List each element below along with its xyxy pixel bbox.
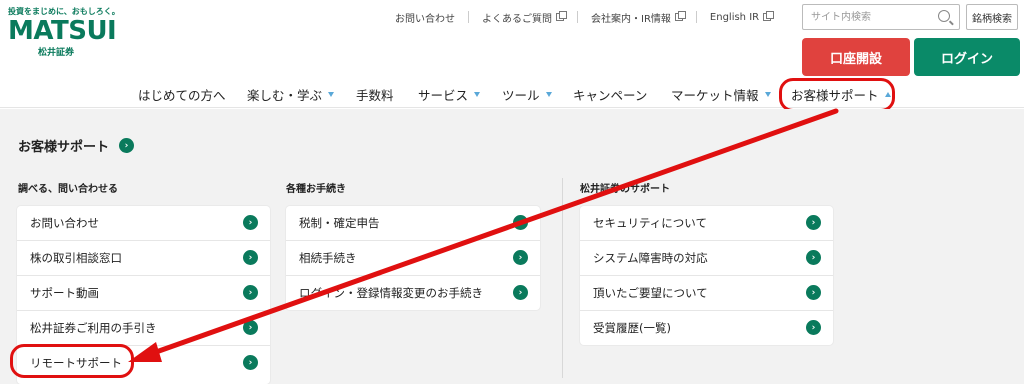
nav-item-tools[interactable]: ツール <box>502 85 552 104</box>
column-heading-inquiry: 調べる、問い合わせる <box>18 184 118 195</box>
arrow-right-icon: › <box>243 320 258 335</box>
annotation-highlight-remote-support <box>10 344 134 378</box>
matsui-logo[interactable]: 投資をまじめに、おもしろく。 MATSUI 松井証券 <box>8 6 120 66</box>
utility-links: お問い合わせ よくあるご質問 会社案内・IR情報 English IR <box>395 9 775 25</box>
top-link-english-ir[interactable]: English IR <box>710 11 775 23</box>
menu-item-trading-consult[interactable]: 株の取引相談窓口 › <box>17 241 270 275</box>
arrow-right-icon: › <box>806 215 821 230</box>
menu-item-security[interactable]: セキュリティについて › <box>580 206 833 240</box>
open-account-button[interactable]: 口座開設 <box>802 38 910 76</box>
divider <box>695 11 697 23</box>
login-button[interactable]: ログイン <box>914 38 1020 76</box>
menu-item-user-guide[interactable]: 松井証券ご利用の手引き › <box>17 311 270 345</box>
arrow-right-icon: › <box>513 250 528 265</box>
arrow-right-icon: › <box>513 215 528 230</box>
column-divider <box>562 178 563 378</box>
nav-item-services[interactable]: サービス <box>418 85 481 104</box>
external-link-icon <box>674 11 686 21</box>
nav-item-campaign[interactable]: キャンペーン <box>573 85 647 104</box>
column-heading-procedures: 各種お手続き <box>286 184 346 195</box>
nav-item-market-info[interactable]: マーケット情報 <box>671 85 771 104</box>
menu-item-requests[interactable]: 頂いたご要望について › <box>580 276 833 310</box>
chevron-down-icon <box>474 92 481 97</box>
top-link-company-ir[interactable]: 会社案内・IR情報 <box>591 10 686 25</box>
menu-item-contact[interactable]: お問い合わせ › <box>17 206 270 240</box>
site-search-box <box>802 4 960 30</box>
top-link-faq[interactable]: よくあるご質問 <box>482 10 567 25</box>
column-heading-matsui-support: 松井証券のサポート <box>580 184 670 195</box>
arrow-right-icon: › <box>119 138 135 153</box>
menu-item-inheritance[interactable]: 相続手続き › <box>286 241 540 275</box>
site-search-input[interactable] <box>803 5 923 30</box>
arrow-right-icon: › <box>243 215 258 230</box>
stock-search-button[interactable]: 銘柄検索 <box>966 4 1018 30</box>
menu-item-login-info-change[interactable]: ログイン・登録情報変更のお手続き › <box>286 276 540 310</box>
external-link-icon <box>556 11 567 21</box>
divider <box>577 11 578 23</box>
menu-item-tax-filing[interactable]: 税制・確定申告 › <box>286 206 540 240</box>
logo-brand: MATSUI <box>8 16 117 46</box>
arrow-right-icon: › <box>806 320 821 335</box>
annotation-highlight-nav <box>779 78 895 112</box>
divider <box>468 11 469 23</box>
menu-card-matsui-support: セキュリティについて › システム障害時の対応 › 頂いたご要望について › 受賞履歴… <box>580 206 833 345</box>
nav-item-beginners[interactable]: はじめての方へ <box>138 85 226 104</box>
chevron-down-icon <box>764 92 771 97</box>
chevron-down-icon <box>545 92 552 97</box>
arrow-right-icon: › <box>806 250 821 265</box>
nav-item-fees[interactable]: 手数料 <box>356 85 394 104</box>
arrow-right-icon: › <box>513 285 528 300</box>
chevron-down-icon <box>328 92 335 97</box>
menu-item-awards[interactable]: 受賞履歴(一覧) › <box>580 311 833 345</box>
arrow-right-icon: › <box>806 285 821 300</box>
menu-item-support-videos[interactable]: サポート動画 › <box>17 276 270 310</box>
logo-company: 松井証券 <box>38 48 75 58</box>
arrow-right-icon: › <box>243 250 258 265</box>
arrow-right-icon: › <box>243 285 258 300</box>
menu-card-procedures: 税制・確定申告 › 相続手続き › ログイン・登録情報変更のお手続き › <box>286 206 540 310</box>
menu-item-system-failure[interactable]: システム障害時の対応 › <box>580 241 833 275</box>
menu-title[interactable]: お客様サポート › <box>18 136 135 155</box>
search-icon[interactable] <box>938 10 950 22</box>
top-link-contact[interactable]: お問い合わせ <box>395 10 455 25</box>
external-link-icon <box>763 11 775 21</box>
nav-item-learn[interactable]: 楽しむ・学ぶ <box>247 85 335 104</box>
arrow-right-icon: › <box>243 355 258 370</box>
